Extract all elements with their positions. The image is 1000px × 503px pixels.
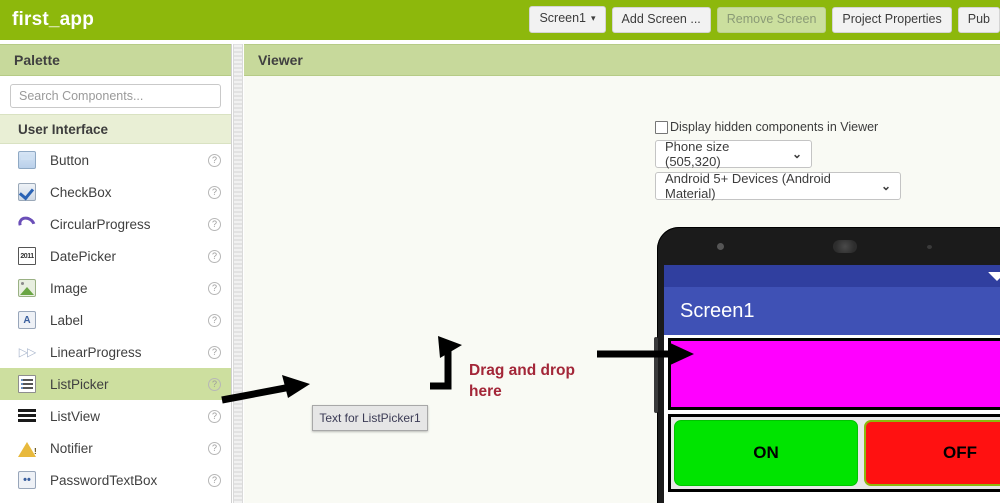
palette-item-notifier[interactable]: Notifier ?: [0, 432, 231, 464]
help-icon[interactable]: ?: [208, 441, 221, 455]
top-toolbar-buttons: Screen1 ▾ Add Screen ... Remove Screen Pr…: [529, 6, 1000, 33]
help-icon[interactable]: ?: [208, 377, 221, 391]
viewer-panel: Viewer Display hidden components in View…: [244, 44, 1000, 503]
app-title-bar: Screen1: [664, 287, 1000, 335]
chevron-down-icon: ⌄: [880, 179, 891, 193]
palette-item-button[interactable]: Button ?: [0, 144, 231, 176]
palette-item-label: Label: [50, 312, 84, 328]
android-status-bar: 12:30: [664, 265, 1000, 287]
panel-splitter[interactable]: [233, 44, 243, 503]
palette-component-list: Button ? CheckBox ? CircularProgress ? 2…: [0, 144, 231, 496]
speaker-icon: [833, 240, 857, 253]
help-icon[interactable]: ?: [208, 281, 221, 295]
drag-and-drop-annotation: Drag and drop here: [469, 362, 575, 400]
phone-size-value: Phone size (505,320): [665, 139, 730, 169]
wifi-icon: [987, 271, 1000, 281]
image-icon: [18, 279, 36, 297]
palette-search-wrap: [0, 76, 231, 114]
horizontal-arrangement[interactable]: ON OFF: [668, 414, 1000, 492]
chevron-down-icon: ▾: [591, 13, 596, 23]
palette-panel: Palette User Interface Button ? CheckBox…: [0, 44, 232, 503]
chevron-down-icon: ⌄: [791, 147, 802, 161]
remove-screen-button[interactable]: Remove Screen: [716, 6, 827, 33]
publish-button[interactable]: Pub: [957, 6, 1000, 33]
palette-item-label: CheckBox: [50, 184, 112, 200]
palette-item-datepicker[interactable]: 2011 DatePicker ?: [0, 240, 231, 272]
palette-item-listview[interactable]: ListView ?: [0, 400, 231, 432]
palette-item-label[interactable]: A Label ?: [0, 304, 231, 336]
palette-item-passwordtextbox[interactable]: •• PasswordTextBox ?: [0, 464, 231, 496]
palette-item-image[interactable]: Image ?: [0, 272, 231, 304]
help-icon[interactable]: ?: [208, 249, 221, 263]
password-textbox-icon: ••: [18, 471, 36, 489]
display-hidden-components-checkbox[interactable]: [655, 120, 668, 134]
image-placeholder-component[interactable]: [668, 338, 1000, 410]
help-icon[interactable]: ?: [208, 313, 221, 327]
button-icon: [18, 151, 36, 169]
palette-item-label: Image: [50, 280, 88, 296]
android-version-value: Android 5+ Devices (Android Material): [665, 171, 831, 201]
volume-button: [654, 337, 658, 413]
checkbox-icon: [18, 183, 36, 201]
palette-section-user-interface[interactable]: User Interface: [0, 114, 231, 144]
list-picker-icon: [18, 375, 36, 393]
help-icon[interactable]: ?: [208, 473, 221, 487]
help-icon[interactable]: ?: [208, 153, 221, 167]
screen-selector[interactable]: Screen1 ▾: [529, 6, 606, 33]
palette-item-label: ListPicker: [50, 376, 109, 392]
palette-item-checkbox[interactable]: CheckBox ?: [0, 176, 231, 208]
screen-title: Screen1: [680, 299, 755, 322]
android-version-select[interactable]: Android 5+ Devices (Android Material) ⌄: [655, 171, 901, 201]
add-screen-button[interactable]: Add Screen ...: [611, 6, 711, 33]
palette-item-label: ListView: [50, 408, 101, 424]
project-properties-button[interactable]: Project Properties: [832, 6, 952, 33]
help-icon[interactable]: ?: [208, 345, 221, 359]
screen-selector-label: Screen1: [539, 11, 587, 25]
palette-item-label: PasswordTextBox: [50, 472, 158, 488]
palette-item-label: Notifier: [50, 440, 93, 456]
on-button[interactable]: ON: [674, 420, 858, 486]
status-bar-icons: 12:30: [987, 269, 1000, 284]
phone-mockup: 12:30 Screen1 ON OFF: [654, 227, 1000, 503]
palette-item-linearprogress[interactable]: ▷▷ LinearProgress ?: [0, 336, 231, 368]
viewer-header: Viewer: [244, 44, 1000, 76]
search-input[interactable]: [10, 84, 221, 108]
notifier-icon: [18, 441, 37, 457]
list-view-icon: [18, 407, 36, 425]
palette-item-circularprogress[interactable]: CircularProgress ?: [0, 208, 231, 240]
viewer-body: Display hidden components in Viewer Phon…: [244, 76, 1000, 503]
palette-item-label: DatePicker: [50, 248, 117, 264]
off-button[interactable]: OFF: [864, 420, 1000, 486]
top-toolbar: first_app Screen1 ▾ Add Screen ... Remove…: [0, 0, 1000, 40]
phone-size-select[interactable]: Phone size (505,320) ⌄: [655, 139, 812, 169]
project-title: first_app: [12, 9, 95, 30]
circular-progress-icon: [15, 213, 39, 236]
palette-item-label: Button: [50, 152, 90, 168]
palette-item-label: LinearProgress: [50, 344, 142, 360]
palette-item-label: CircularProgress: [50, 216, 151, 232]
label-icon: A: [18, 311, 36, 329]
app-root: first_app Screen1 ▾ Add Screen ... Remove…: [0, 0, 1000, 503]
help-icon[interactable]: ?: [208, 409, 221, 423]
palette-item-listpicker[interactable]: ListPicker ?: [0, 368, 231, 400]
date-picker-icon: 2011: [18, 247, 36, 265]
help-icon[interactable]: ?: [208, 185, 221, 199]
palette-header: Palette: [0, 44, 231, 76]
display-hidden-components-label: Display hidden components in Viewer: [670, 120, 879, 134]
dragged-component-chip[interactable]: Text for ListPicker1: [312, 405, 428, 431]
display-hidden-components-row[interactable]: Display hidden components in Viewer: [655, 120, 878, 134]
app-content-area: ON OFF: [664, 338, 1000, 492]
camera-icon: [717, 243, 724, 250]
linear-progress-icon: ▷▷: [18, 345, 36, 359]
sensor-icon: [927, 245, 932, 249]
phone-screen: 12:30 Screen1 ON OFF: [664, 265, 1000, 503]
help-icon[interactable]: ?: [208, 217, 221, 231]
